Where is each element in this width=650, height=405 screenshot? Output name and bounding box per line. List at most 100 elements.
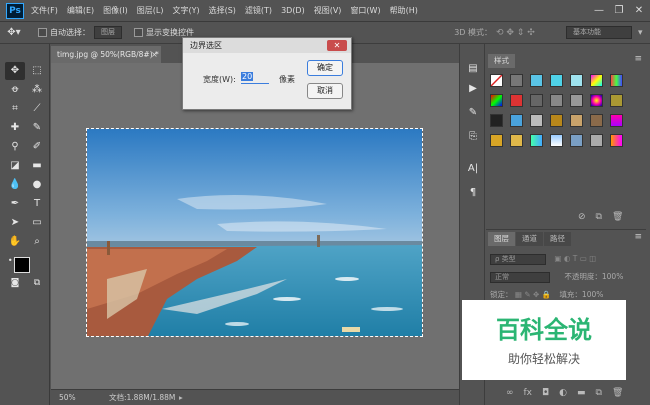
type-icon[interactable]: T <box>27 195 47 213</box>
fx-icon[interactable]: fx <box>524 388 533 398</box>
style-swatch[interactable] <box>590 114 603 127</box>
healing-icon[interactable]: ✚ <box>5 119 25 137</box>
document-tab[interactable]: timg.jpg @ 50%(RGB/8#) * <box>51 46 161 63</box>
clone-source-icon[interactable]: ⎘ <box>463 128 483 146</box>
path-select-icon[interactable]: ➤ <box>5 214 25 232</box>
lasso-icon[interactable]: ꝋ <box>5 81 25 99</box>
style-swatch[interactable] <box>510 114 523 127</box>
foreground-color-swatch[interactable] <box>14 257 30 273</box>
delete-layer-icon[interactable]: 🗑 <box>612 388 623 398</box>
new-layer-icon[interactable]: ⧉ <box>596 388 602 398</box>
workspace-dropdown[interactable]: 基本功能 <box>566 26 632 39</box>
stamp-icon[interactable]: ⚲ <box>5 138 25 156</box>
style-swatch[interactable] <box>610 74 623 87</box>
dialog-close-icon[interactable]: ✕ <box>327 40 347 51</box>
style-swatch[interactable] <box>610 134 623 147</box>
menu-layer[interactable]: 图层(L) <box>137 5 164 16</box>
menu-edit[interactable]: 编辑(E) <box>67 5 94 16</box>
layers-panel-menu-icon[interactable]: ≡ <box>634 232 642 242</box>
eraser-icon[interactable]: ◪ <box>5 157 25 175</box>
brush-icon[interactable]: ✎ <box>27 119 47 137</box>
add-mask-icon[interactable]: ◘ <box>542 388 549 398</box>
close-window-icon[interactable]: ✕ <box>632 4 646 17</box>
style-swatch[interactable] <box>570 134 583 147</box>
style-swatch[interactable] <box>510 74 523 87</box>
show-transform-checkbox[interactable] <box>134 28 143 37</box>
menu-help[interactable]: 帮助(H) <box>390 5 418 16</box>
blend-mode-dropdown[interactable]: 正常 <box>490 272 550 283</box>
zoom-level[interactable]: 50% <box>59 390 76 405</box>
menu-type[interactable]: 文字(Y) <box>172 5 199 16</box>
menu-filter[interactable]: 滤镜(T) <box>245 5 272 16</box>
auto-select-checkbox[interactable] <box>38 28 47 37</box>
style-swatch[interactable] <box>550 74 563 87</box>
tab-styles[interactable]: 样式 <box>488 54 515 68</box>
marquee-icon[interactable]: ⬚ <box>27 62 47 80</box>
dodge-icon[interactable]: ● <box>27 176 47 194</box>
new-style-icon[interactable]: ⧉ <box>596 212 602 222</box>
crop-icon[interactable]: ⌗ <box>5 100 25 118</box>
workspace-chevron-icon[interactable]: ▾ <box>638 28 650 38</box>
pen-icon[interactable]: ✒ <box>5 195 25 213</box>
style-swatch[interactable] <box>590 74 603 87</box>
actions-panel-icon[interactable]: ▶ <box>463 80 483 98</box>
minimize-icon[interactable]: — <box>592 4 606 17</box>
styles-panel-menu-icon[interactable]: ≡ <box>634 54 642 64</box>
document-image[interactable] <box>86 128 423 337</box>
document-tab-close-icon[interactable]: × <box>151 46 158 63</box>
tab-paths[interactable]: 路径 <box>544 232 571 246</box>
tab-layers[interactable]: 图层 <box>488 232 515 246</box>
shape-icon[interactable]: ▭ <box>27 214 47 232</box>
link-layers-icon[interactable]: ∞ <box>506 388 514 398</box>
style-swatch[interactable] <box>490 94 503 107</box>
style-swatch[interactable] <box>570 74 583 87</box>
paragraph-panel-icon[interactable]: ¶ <box>463 184 483 202</box>
menu-window[interactable]: 窗口(W) <box>350 5 380 16</box>
style-swatch[interactable] <box>570 94 583 107</box>
style-swatch[interactable] <box>490 74 503 87</box>
style-swatch[interactable] <box>530 74 543 87</box>
style-swatch[interactable] <box>490 114 503 127</box>
filter-icons[interactable]: ▣ ◐ T ▭ ◫ <box>554 254 596 263</box>
cancel-button[interactable]: 取消 <box>307 83 343 99</box>
auto-select-dropdown[interactable]: 图层 <box>94 26 122 39</box>
restore-icon[interactable]: ❐ <box>612 4 626 17</box>
tab-channels[interactable]: 通道 <box>516 232 543 246</box>
menu-select[interactable]: 选择(S) <box>209 5 236 16</box>
style-swatch[interactable] <box>570 114 583 127</box>
gradient-icon[interactable]: ▬ <box>27 157 47 175</box>
history-panel-icon[interactable]: ▤ <box>463 60 483 78</box>
style-swatch[interactable] <box>490 134 503 147</box>
fill-field[interactable]: 填充：100% <box>559 290 603 299</box>
width-input[interactable]: 20 <box>241 72 269 84</box>
quick-mask-icon[interactable]: ◙ <box>5 274 25 292</box>
style-swatch[interactable] <box>550 134 563 147</box>
style-swatch[interactable] <box>510 134 523 147</box>
move-icon[interactable]: ✥ <box>5 62 25 80</box>
clear-style-icon[interactable]: ⊘ <box>578 212 586 222</box>
new-group-icon[interactable]: ▬ <box>577 388 586 398</box>
ok-button[interactable]: 确定 <box>307 60 343 76</box>
style-swatch[interactable] <box>550 94 563 107</box>
lock-icons[interactable]: ▦ ✎ ✥ 🔒 <box>515 290 551 299</box>
menu-3d[interactable]: 3D(D) <box>281 6 305 15</box>
style-swatch[interactable] <box>510 94 523 107</box>
delete-style-icon[interactable]: 🗑 <box>612 212 623 222</box>
character-panel-icon[interactable]: A| <box>463 160 483 178</box>
move-tool-preset-icon[interactable]: ✥▾ <box>0 27 28 38</box>
adjustment-layer-icon[interactable]: ◐ <box>559 388 567 398</box>
screen-mode-icon[interactable]: ⧉ <box>27 274 47 292</box>
blur-icon[interactable]: 💧 <box>5 176 25 194</box>
eyedropper-icon[interactable]: ⟋ <box>27 100 47 118</box>
menu-view[interactable]: 视图(V) <box>314 5 342 16</box>
menu-image[interactable]: 图像(I) <box>103 5 128 16</box>
style-swatch[interactable] <box>550 114 563 127</box>
magic-wand-icon[interactable]: ⁂ <box>27 81 47 99</box>
hand-icon[interactable]: ✋ <box>5 233 25 251</box>
style-swatch[interactable] <box>610 94 623 107</box>
style-swatch[interactable] <box>530 94 543 107</box>
style-swatch[interactable] <box>530 114 543 127</box>
status-arrow-icon[interactable]: ▸ <box>179 390 183 405</box>
opacity-field[interactable]: 不透明度：100% <box>564 272 623 281</box>
style-swatch[interactable] <box>610 114 623 127</box>
